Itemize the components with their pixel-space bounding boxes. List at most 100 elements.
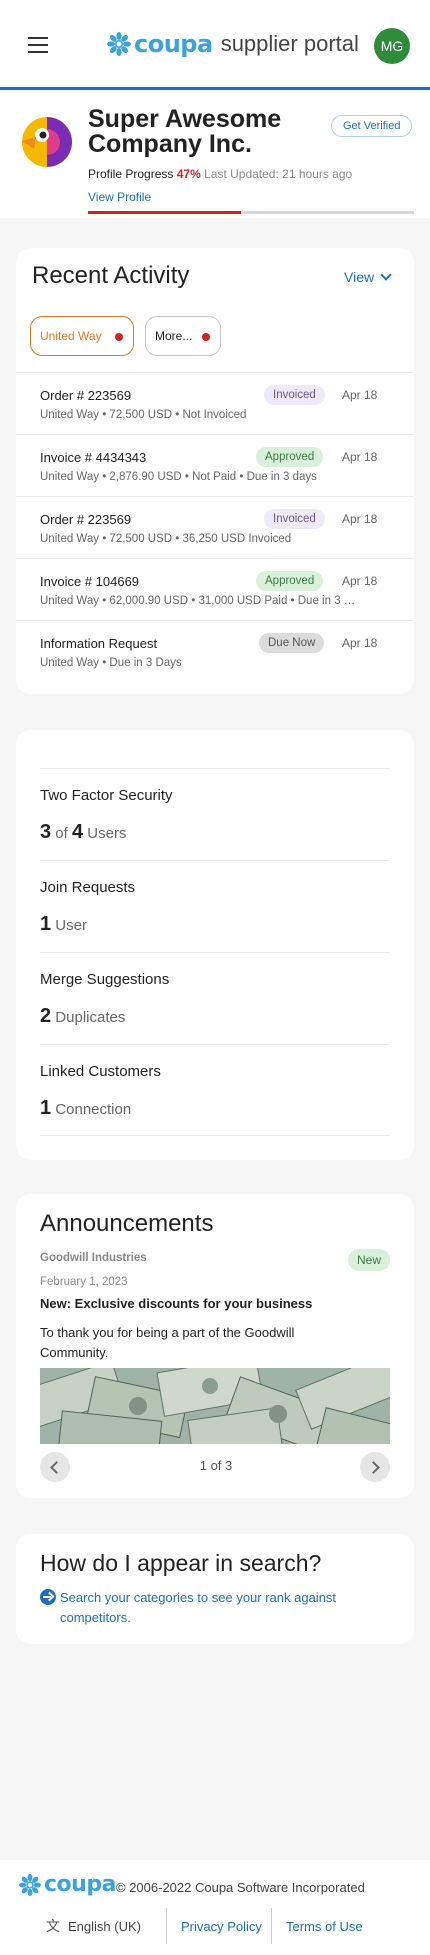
- company-logo-parrot-icon: [22, 117, 72, 167]
- activity-title: Information Request: [40, 636, 158, 651]
- announcement-source: Goodwill Industries: [40, 1252, 147, 1264]
- recent-activity-view-dropdown[interactable]: View: [344, 268, 392, 285]
- filter-chip-more[interactable]: More...: [145, 316, 221, 356]
- profile-progress-fill: [88, 211, 242, 214]
- activity-title: Invoice # 4434343: [40, 450, 147, 465]
- filter-chip-united-way[interactable]: United Way: [30, 316, 134, 356]
- stat-label: Linked Customers: [40, 1063, 161, 1080]
- activity-details: United Way • 2,876.90 USD • Not Paid • D…: [40, 471, 317, 483]
- announcements-card: Announcements Goodwill Industries New Fe…: [16, 1194, 414, 1498]
- progress-percent: 47%: [176, 167, 201, 181]
- stat-label: Merge Suggestions: [40, 971, 170, 988]
- stat-unit: Users: [87, 825, 127, 842]
- footer-links: 文 English (UK) Privacy Policy Terms of U…: [0, 1906, 430, 1946]
- activity-row[interactable]: Invoice # 104669 Approved Apr 18 United …: [16, 558, 414, 620]
- activity-details: United Way • Due in 3 Days: [40, 657, 182, 669]
- announcement-pager: 1 of 3: [199, 1458, 233, 1473]
- announcement-headline: New: Exclusive discounts for your busine…: [40, 1296, 313, 1311]
- announcements-title: Announcements: [40, 1210, 214, 1237]
- user-avatar[interactable]: MG: [374, 28, 410, 64]
- stat-value: 2 Duplicates: [40, 1005, 125, 1028]
- stat-linked-customers[interactable]: Linked Customers 1 Connection: [40, 1044, 390, 1136]
- footer-brand-logo: coupa: [18, 1872, 116, 1897]
- language-selector[interactable]: 文 English (UK): [0, 1916, 166, 1936]
- language-label: English (UK): [68, 1918, 141, 1934]
- stat-label: Join Requests: [40, 879, 136, 896]
- search-appearance-card: How do I appear in search? Search your c…: [16, 1534, 414, 1644]
- coupa-flower-icon: [107, 32, 131, 56]
- previous-announcement-button[interactable]: [40, 1452, 70, 1482]
- stat-value: 1 User: [40, 913, 87, 936]
- view-label: View: [344, 269, 375, 285]
- account-stats-card: Two Factor Security 3 of 4 Users Join Re…: [16, 730, 414, 1160]
- stat-total: 4: [71, 821, 84, 843]
- stat-count: 2: [40, 1005, 52, 1027]
- brand-logo[interactable]: coupa supplier portal: [106, 30, 359, 58]
- search-rank-link[interactable]: Search your categories to see your rank …: [40, 1588, 380, 1628]
- money-banner-image: [40, 1368, 390, 1444]
- stat-value: 1 Connection: [40, 1097, 131, 1120]
- activity-row[interactable]: Order # 223569 Invoiced Apr 18 United Wa…: [16, 496, 414, 558]
- activity-title: Order # 223569: [40, 512, 132, 527]
- privacy-policy-link[interactable]: Privacy Policy: [166, 1908, 271, 1944]
- status-badge: Due Now: [259, 633, 325, 653]
- profile-section: Super Awesome Company Inc. Get Verified …: [0, 93, 430, 218]
- next-announcement-button[interactable]: [360, 1452, 390, 1482]
- activity-date: Apr 18: [342, 388, 378, 402]
- status-badge: Approved: [256, 571, 324, 591]
- stat-count: 1: [40, 1097, 52, 1119]
- activity-row[interactable]: Invoice # 4434343 Approved Apr 18 United…: [16, 434, 414, 496]
- announcement-date: February 1, 2023: [40, 1276, 128, 1288]
- terms-of-use-link[interactable]: Terms of Use: [271, 1908, 363, 1944]
- stat-value: 3 of 4 Users: [40, 821, 126, 844]
- stat-join-requests[interactable]: Join Requests 1 User: [40, 860, 390, 952]
- notification-dot: [115, 333, 123, 341]
- brand-subtitle: supplier portal: [220, 31, 359, 56]
- activity-date: Apr 18: [342, 574, 378, 588]
- activity-title: Order # 223569: [40, 388, 132, 403]
- arrow-right-circle-icon: [40, 1589, 56, 1605]
- profile-progress-bar: [88, 211, 414, 214]
- activity-details: United Way • 62,000.90 USD • 31,000 USD …: [40, 595, 358, 607]
- hamburger-menu-icon[interactable]: [28, 37, 48, 53]
- get-verified-button[interactable]: Get Verified: [331, 115, 413, 137]
- stat-of-word: of: [55, 825, 68, 842]
- view-profile-link[interactable]: View Profile: [88, 190, 151, 204]
- stat-unit: User: [55, 917, 87, 934]
- stat-unit: Duplicates: [55, 1009, 126, 1026]
- stat-two-factor-security[interactable]: Two Factor Security 3 of 4 Users: [40, 768, 390, 860]
- profile-progress-text: Profile Progress 47% Last Updated: 21 ho…: [88, 167, 352, 181]
- recent-activity-title: Recent Activity: [32, 262, 190, 289]
- footer-brand-name: coupa: [44, 1872, 116, 1897]
- top-bar: coupa supplier portal MG: [0, 0, 430, 90]
- status-badge: Approved: [256, 447, 324, 467]
- chevron-down-icon: [380, 268, 392, 281]
- activity-date: Apr 18: [342, 450, 378, 464]
- stat-count: 1: [40, 913, 52, 935]
- announcement-body: To thank you for being a part of the Goo…: [40, 1325, 295, 1360]
- stat-label: Two Factor Security: [40, 787, 173, 804]
- chip-label: More...: [155, 329, 193, 343]
- activity-details: United Way • 72,500 USD • 36,250 USD Inv…: [40, 533, 292, 545]
- brand-name: coupa: [134, 30, 213, 58]
- company-name: Super Awesome Company Inc.: [88, 105, 282, 158]
- chip-label: United Way: [40, 329, 102, 343]
- notification-dot: [202, 333, 210, 341]
- activity-row[interactable]: Order # 223569 Invoiced Apr 18 United Wa…: [16, 372, 414, 434]
- progress-label: Profile Progress: [88, 167, 174, 181]
- stat-unit: Connection: [55, 1101, 132, 1118]
- status-badge: Invoiced: [264, 385, 325, 405]
- activity-details: United Way • 72,500 USD • Not Invoiced: [40, 409, 247, 421]
- activity-list: Order # 223569 Invoiced Apr 18 United Wa…: [16, 372, 414, 682]
- translate-icon: 文: [46, 1918, 60, 1934]
- activity-row[interactable]: Information Request Due Now Apr 18 Unite…: [16, 620, 414, 682]
- activity-date: Apr 18: [342, 636, 378, 650]
- footer: coupa © 2006-2022 Coupa Software Incorpo…: [0, 1860, 430, 1955]
- last-updated: Last Updated: 21 hours ago: [204, 167, 353, 181]
- coupa-flower-icon: [18, 1873, 42, 1896]
- copyright-text: © 2006-2022 Coupa Software Incorporated: [116, 1880, 365, 1895]
- search-rank-link-text: Search your categories to see your rank …: [60, 1590, 337, 1625]
- stat-merge-suggestions[interactable]: Merge Suggestions 2 Duplicates: [40, 952, 390, 1044]
- status-badge: Invoiced: [264, 509, 325, 529]
- activity-title: Invoice # 104669: [40, 574, 140, 589]
